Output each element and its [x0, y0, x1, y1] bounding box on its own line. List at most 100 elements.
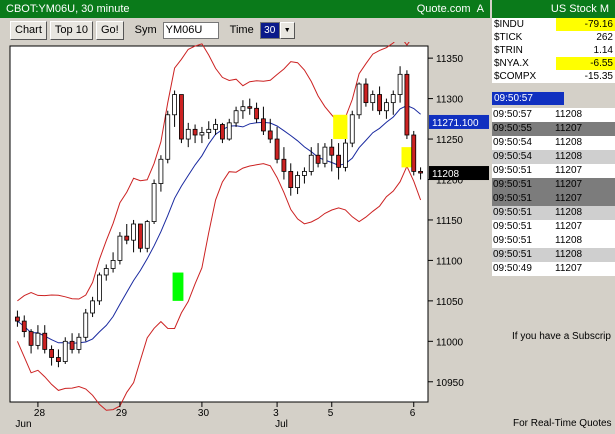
- x-tick-label: 5: [328, 408, 334, 419]
- candle: [69, 340, 75, 350]
- candle: [390, 94, 396, 104]
- subscription-notice: If you have a Subscrip: [512, 331, 611, 342]
- chart-title-bar: CBOT:YM06U, 30 minute Quote.com A: [0, 0, 490, 18]
- candle: [226, 122, 232, 140]
- server-clock: 09:50:57: [492, 92, 564, 105]
- trade-time: 09:50:51: [493, 193, 532, 204]
- candle: [165, 114, 171, 160]
- index-change: 1.14: [593, 45, 613, 56]
- trade-row: 09:50:51 11208: [492, 206, 615, 220]
- price-chart[interactable]: 1135011300112501120011150111001105011000…: [0, 42, 490, 434]
- trade-price: 11207: [555, 263, 583, 274]
- chart-toolbar: Chart Top 10 Go! Sym YM06U Time 30 ▼: [0, 18, 490, 42]
- index-symbol: $TRIN: [494, 45, 523, 56]
- candle: [418, 171, 423, 174]
- candle: [233, 110, 239, 124]
- candle: [356, 83, 362, 116]
- candle: [76, 336, 82, 350]
- go-button[interactable]: Go!: [95, 20, 124, 40]
- time-interval-select[interactable]: 30 ▼: [259, 21, 295, 39]
- candle: [288, 171, 294, 188]
- trade-time: 09:50:51: [493, 249, 532, 260]
- chart-button[interactable]: Chart: [10, 20, 47, 40]
- candle: [21, 320, 27, 333]
- trade-row: 09:50:55 11207: [492, 122, 615, 136]
- candle: [179, 94, 184, 140]
- candle: [336, 154, 341, 168]
- trade-time: 09:50:51: [493, 221, 532, 232]
- chevron-down-icon[interactable]: ▼: [279, 21, 295, 39]
- trade-price: 11207: [555, 193, 583, 204]
- candle: [295, 175, 300, 188]
- index-watchlist: $INDU -79.16 $TICK 262 $TRIN 1.14 $NYA.X -6.55 $…: [492, 18, 615, 83]
- symbol-label: Sym: [134, 24, 157, 36]
- candle: [213, 124, 218, 130]
- candle: [377, 94, 382, 112]
- candle: [42, 332, 48, 350]
- index-row[interactable]: $INDU -79.16: [492, 18, 615, 31]
- trade-row: 09:50:54 11208: [492, 150, 615, 164]
- candle: [220, 124, 225, 140]
- candle: [370, 94, 376, 104]
- index-row[interactable]: $TRIN 1.14: [492, 44, 615, 57]
- candle: [117, 235, 123, 261]
- y-tick-label: 11300: [436, 95, 464, 106]
- symbol-input[interactable]: YM06U: [162, 21, 219, 39]
- trade-price: 11208: [555, 109, 583, 120]
- index-symbol: $TICK: [494, 32, 523, 43]
- candle: [267, 130, 273, 140]
- index-symbol: $COMPX: [494, 71, 537, 82]
- trade-row: 09:50:51 11207: [492, 178, 615, 192]
- index-change: -79.16: [556, 18, 615, 31]
- index-change: 262: [596, 32, 613, 43]
- trade-row: 09:50:51 11208: [492, 234, 615, 248]
- candle: [56, 357, 61, 362]
- trade-row: 09:50:49 11207: [492, 262, 615, 276]
- index-row[interactable]: $TICK 262: [492, 31, 615, 44]
- side-panel-title: US Stock M: [550, 3, 609, 15]
- candle: [131, 223, 136, 241]
- candle: [172, 94, 177, 116]
- candle: [151, 183, 157, 222]
- candle: [90, 300, 95, 314]
- candle: [192, 128, 198, 136]
- candle: [363, 83, 369, 104]
- index-symbol: $INDU: [494, 19, 525, 30]
- signal-highlight: [401, 147, 413, 168]
- candle: [254, 107, 259, 120]
- trade-time: 09:50:51: [493, 207, 532, 218]
- candle: [349, 114, 355, 144]
- trade-price: 11207: [555, 179, 583, 190]
- last-price-value: 11208: [432, 169, 460, 180]
- x-tick-label: 30: [198, 408, 210, 419]
- month-label: Jun: [15, 419, 31, 430]
- trade-row: 09:50:57 11208: [492, 108, 615, 122]
- candle: [49, 349, 54, 358]
- top10-button[interactable]: Top 10: [49, 20, 93, 40]
- trade-row: 09:50:51 11207: [492, 220, 615, 234]
- y-tick-label: 11350: [436, 54, 464, 65]
- trade-row: 09:50:51 11207: [492, 192, 615, 206]
- candle: [302, 171, 307, 176]
- candle: [15, 316, 20, 322]
- moving-average-value: 11271.100: [432, 118, 479, 129]
- time-and-sales-list: 09:50:57 11208 09:50:55 11207 09:50:54 11208 0…: [492, 108, 615, 276]
- trade-time: 09:50:51: [493, 165, 532, 176]
- candle: [315, 154, 321, 164]
- chart-window-title: CBOT:YM06U, 30 minute: [6, 3, 130, 15]
- trade-row: 09:50:54 11208: [492, 136, 615, 150]
- trade-price: 11208: [555, 207, 583, 218]
- y-tick-label: 11000: [436, 337, 464, 348]
- candle: [83, 312, 89, 338]
- index-change: -15.35: [584, 71, 613, 82]
- time-interval-value[interactable]: 30: [259, 21, 280, 39]
- index-symbol: $NYA.X: [494, 58, 529, 69]
- trade-time: 09:50:54: [493, 137, 532, 148]
- index-row[interactable]: $NYA.X -6.55: [492, 57, 615, 70]
- trade-row: 09:50:51 11207: [492, 164, 615, 178]
- index-row[interactable]: $COMPX -15.35: [492, 70, 615, 83]
- trade-time: 09:50:54: [493, 151, 532, 162]
- y-tick-label: 11250: [436, 135, 464, 146]
- x-tick-label: 28: [34, 408, 46, 419]
- trade-row: 09:50:51 11208: [492, 248, 615, 262]
